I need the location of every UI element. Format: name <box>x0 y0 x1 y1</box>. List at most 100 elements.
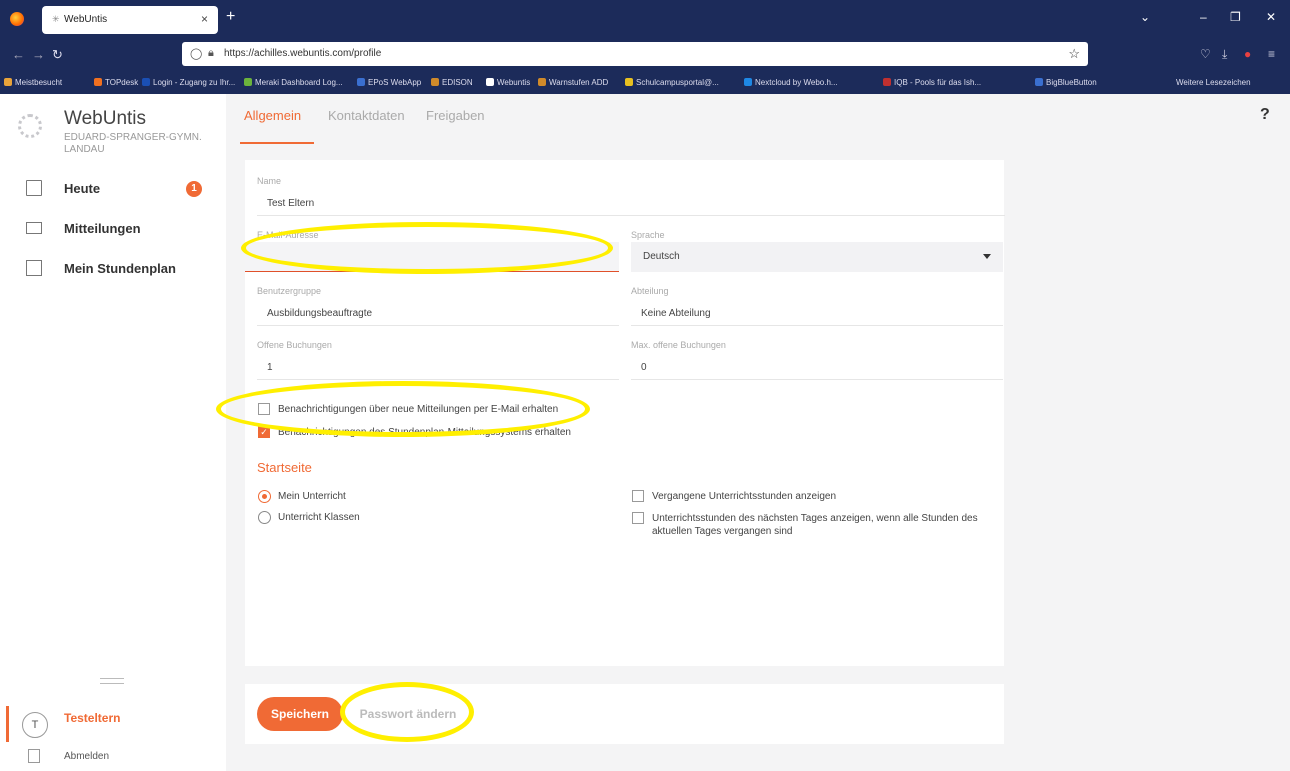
webuntis-logo-icon <box>18 114 42 138</box>
checkbox-label[interactable]: Benachrichtigungen des Stundenplan-Mitte… <box>278 426 571 439</box>
url-bar[interactable]: ◯ 🔒︎ https://achilles.webuntis.com/profi… <box>182 42 1088 66</box>
mail-icon <box>26 222 42 234</box>
avatar[interactable]: T <box>22 712 48 738</box>
checkbox-checked-icon[interactable]: ✓ <box>258 426 270 438</box>
bookmark-favicon-icon <box>1035 78 1043 86</box>
download-icon[interactable]: ⤓ <box>1222 47 1227 62</box>
bookmark-item[interactable]: Warnstufen ADD <box>538 78 608 87</box>
more-bookmarks-link[interactable]: Weitere Lesezeichen <box>1176 78 1251 87</box>
checkbox-box[interactable] <box>632 490 644 502</box>
tab-freigaben[interactable]: Freigaben <box>426 108 485 123</box>
browser-tab[interactable]: ✳ WebUntis × <box>42 6 218 34</box>
radio-label[interactable]: Mein Unterricht <box>278 490 346 503</box>
new-tab-button[interactable]: + <box>226 8 235 26</box>
sidebar-collapse-handle[interactable] <box>100 678 124 684</box>
tab-title: WebUntis <box>64 14 108 25</box>
change-password-button[interactable]: Passwort ändern <box>349 697 467 731</box>
forward-icon[interactable]: → <box>32 47 45 62</box>
email-field[interactable]: E-Mail-Adresse <box>245 230 619 272</box>
pocket-icon[interactable]: ♡ <box>1200 47 1211 61</box>
sidebar-item-label: Mitteilungen <box>64 221 141 236</box>
checkbox-label[interactable]: Unterrichtsstunden des nächsten Tages an… <box>652 512 978 538</box>
user-name[interactable]: Testeltern <box>64 711 120 725</box>
bookmark-favicon-icon <box>142 78 150 86</box>
name-label: Name <box>257 176 282 186</box>
startpage-section-title: Startseite <box>257 460 312 475</box>
bookmark-item[interactable]: BigBlueButton <box>1035 78 1097 87</box>
logout-link[interactable]: Abmelden <box>64 751 109 762</box>
lock-icon[interactable]: 🔒︎ <box>208 47 214 60</box>
browser-nav-bar: ← → ↻ ◯ 🔒︎ https://achilles.webuntis.com… <box>0 38 1290 72</box>
checkbox-label-line1[interactable]: Unterrichtsstunden des nächsten Tages an… <box>652 513 978 524</box>
name-value: Test Eltern <box>267 198 315 209</box>
field-underline <box>257 379 619 380</box>
tab-close-icon[interactable]: × <box>201 12 208 26</box>
save-button[interactable]: Speichern <box>257 697 343 731</box>
email-label: E-Mail-Adresse <box>257 230 319 240</box>
back-icon[interactable]: ← <box>12 47 25 62</box>
caret-down-icon <box>983 254 991 259</box>
bookmark-favicon-icon <box>538 78 546 86</box>
radio-label[interactable]: Unterricht Klassen <box>278 511 360 524</box>
bookmark-label: Warnstufen ADD <box>549 78 609 87</box>
radio-icon[interactable] <box>258 511 271 524</box>
logout-icon[interactable] <box>28 749 40 763</box>
bookmark-favicon-icon <box>431 78 439 86</box>
open-bookings-label: Offene Buchungen <box>257 340 332 350</box>
profile-card: Name Test Eltern E-Mail-Adresse Deutsch … <box>245 160 1005 666</box>
sidebar-item-heute[interactable]: Heute 1 <box>0 174 226 204</box>
bookmark-item[interactable]: Schulcampusportal@... <box>625 78 719 87</box>
checkbox-box[interactable] <box>258 403 270 415</box>
bookmark-item[interactable]: Nextcloud by Webo.h... <box>744 78 838 87</box>
sidebar-item-mein-stundenplan[interactable]: Mein Stundenplan <box>0 254 226 284</box>
sidebar-item-label: Mein Stundenplan <box>64 261 176 276</box>
url-text[interactable]: https://achilles.webuntis.com/profile <box>224 48 381 59</box>
checkbox-label[interactable]: Vergangene Unterrichtsstunden anzeigen <box>652 490 836 503</box>
maximize-icon[interactable]: ❐ <box>1230 10 1241 24</box>
bookmark-favicon-icon <box>625 78 633 86</box>
bookmark-favicon-icon <box>4 78 12 86</box>
sidebar-item-mitteilungen[interactable]: Mitteilungen <box>0 214 226 244</box>
radio-selected-icon[interactable] <box>258 490 271 503</box>
max-open-bookings-label: Max. offene Buchungen <box>631 340 726 350</box>
name-field: Name Test Eltern <box>257 176 1005 216</box>
extension-icon[interactable]: ● <box>1244 47 1251 61</box>
email-input[interactable] <box>245 242 619 272</box>
bookmark-item[interactable]: Webuntis <box>486 78 530 87</box>
menu-icon[interactable]: ≡ <box>1268 47 1275 61</box>
bookmark-item[interactable]: EPoS WebApp <box>357 78 421 87</box>
checkbox-label-line2[interactable]: aktuellen Tages vergangen sind <box>652 526 792 537</box>
usergroup-label: Benutzergruppe <box>257 286 322 296</box>
language-label: Sprache <box>631 230 665 240</box>
tab-kontaktdaten[interactable]: Kontaktdaten <box>328 108 405 123</box>
language-field[interactable]: Deutsch Sprache <box>631 230 1003 272</box>
field-underline <box>257 215 1005 216</box>
close-window-icon[interactable]: ✕ <box>1266 10 1276 24</box>
bookmark-item[interactable]: Meraki Dashboard Log... <box>244 78 343 87</box>
open-bookings-value: 1 <box>267 362 273 373</box>
bookmark-label: IQB - Pools für das Ish... <box>894 78 982 87</box>
calendar-icon <box>26 260 42 276</box>
firefox-icon[interactable] <box>10 12 24 26</box>
tab-allgemein[interactable]: Allgemein <box>244 108 301 123</box>
open-bookings-field: Offene Buchungen 1 <box>257 340 619 380</box>
bookmark-label: EPoS WebApp <box>368 78 422 87</box>
reload-icon[interactable]: ↻ <box>52 47 63 63</box>
bookmark-item[interactable]: IQB - Pools für das Ish... <box>883 78 981 87</box>
tab-list-icon[interactable]: ⌄ <box>1140 10 1150 24</box>
bookmark-item[interactable]: Meistbesucht <box>4 78 62 87</box>
department-value: Keine Abteilung <box>641 308 711 319</box>
bookmark-item[interactable]: EDISON <box>431 78 473 87</box>
help-icon[interactable]: ? <box>1260 106 1270 124</box>
checkbox-label[interactable]: Benachrichtigungen über neue Mitteilunge… <box>278 403 558 416</box>
department-field: Abteilung Keine Abteilung <box>631 286 1003 326</box>
shield-icon[interactable]: ◯ <box>190 47 202 60</box>
field-underline <box>631 325 1003 326</box>
minimize-icon[interactable]: – <box>1200 10 1207 24</box>
checkbox-box[interactable] <box>632 512 644 524</box>
bookmark-item[interactable]: Login - Zugang zu Ihr... <box>142 78 235 87</box>
bookmark-item[interactable]: TOPdesk <box>94 78 138 87</box>
bookmark-star-icon[interactable]: ☆ <box>1068 46 1080 62</box>
language-select[interactable]: Deutsch <box>631 242 1003 272</box>
bookmark-favicon-icon <box>744 78 752 86</box>
